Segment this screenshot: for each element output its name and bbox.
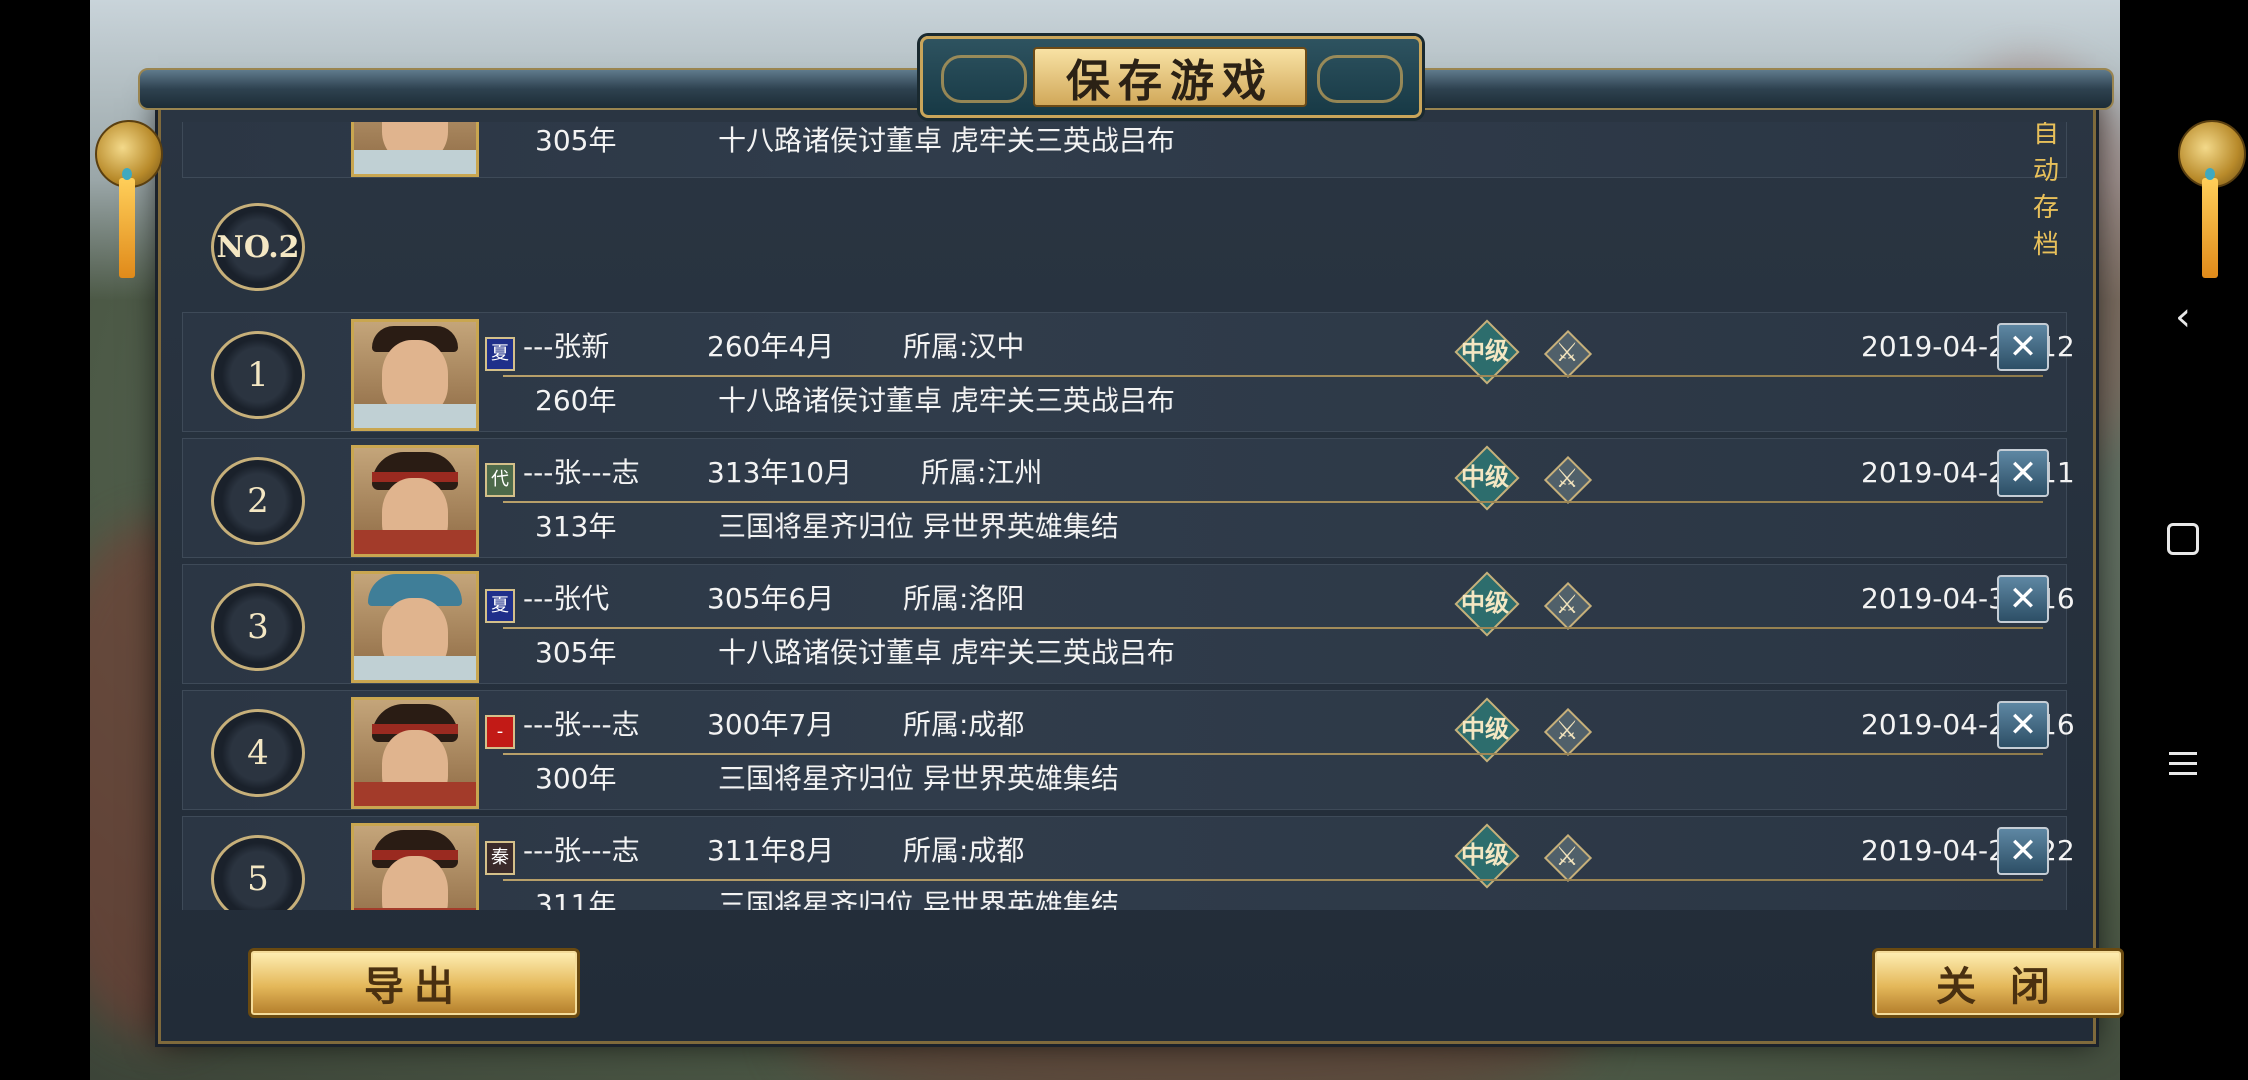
slot-number-medal: 3	[211, 583, 305, 671]
faction-flag-icon: -	[485, 715, 515, 749]
close-icon: ✕	[2008, 579, 2038, 619]
difficulty-badge-icon: 中级	[1446, 445, 1524, 511]
close-icon: ✕	[2008, 327, 2038, 367]
slot-number-medal: 5	[211, 835, 305, 910]
row-divider	[503, 375, 2043, 377]
crossed-swords-icon: ⚔	[1543, 455, 1593, 505]
row-divider	[503, 753, 2043, 755]
save-slot-list[interactable]: 305年 十八路诸侯讨董卓 虎牢关三英战吕布 自动存档 NO.2 1 夏 ---…	[170, 122, 2075, 910]
location: 所属:江州	[921, 456, 1043, 489]
slot-number-medal: 4	[211, 709, 305, 797]
game-date: 305年6月	[707, 582, 835, 615]
close-icon: ✕	[2008, 705, 2038, 745]
list-item-partial[interactable]: 305年 十八路诸侯讨董卓 虎牢关三英战吕布 自动存档	[182, 122, 2067, 260]
cloud-ornament-icon	[941, 55, 1027, 103]
crossed-swords-icon: ⚔	[1543, 707, 1593, 757]
game-date: 260年4月	[707, 330, 835, 363]
slot-number-medal: NO.2	[211, 203, 305, 291]
location: 所属:成都	[903, 708, 1025, 741]
game-date: 300年7月	[707, 708, 835, 741]
back-nav-icon[interactable]: ‹	[2150, 284, 2216, 350]
portrait-avatar	[351, 697, 479, 809]
home-nav-icon[interactable]	[2150, 506, 2216, 572]
row-divider	[503, 879, 2043, 881]
save-row-3[interactable]: 3 夏 ---张代 305年6月 所属:洛阳 中级 ⚔ 2019-04-30 1…	[182, 564, 2075, 684]
crossed-swords-icon: ⚔	[1543, 329, 1593, 379]
ruler-name: ---张---志	[523, 708, 640, 741]
save-scenario: 十八路诸侯讨董卓 虎牢关三英战吕布	[718, 124, 1175, 157]
save-scenario: 三国将星齐归位 异世界英雄集结	[718, 510, 1119, 543]
save-scenario: 三国将星齐归位 异世界英雄集结	[718, 888, 1119, 910]
cloud-ornament-icon	[1317, 55, 1403, 103]
save-year: 305年	[535, 124, 617, 157]
faction-flag-icon: 夏	[485, 337, 515, 371]
difficulty-badge-icon: 中级	[1446, 823, 1524, 889]
ruler-name: ---张新	[523, 330, 610, 363]
ruler-name: ---张---志	[523, 456, 640, 489]
game-date: 313年10月	[707, 456, 853, 489]
portrait-avatar	[351, 445, 479, 557]
difficulty-badge-icon: 中级	[1446, 319, 1524, 385]
title-plaque: 保存游戏	[920, 36, 1422, 118]
save-row-5[interactable]: 5 秦 ---张---志 311年8月 所属:成都 中级 ⚔ 2019-04-2…	[182, 816, 2075, 910]
portrait-avatar	[351, 571, 479, 683]
delete-save-button[interactable]: ✕	[1997, 575, 2049, 623]
save-year: 313年	[535, 510, 617, 543]
faction-flag-icon: 夏	[485, 589, 515, 623]
left-tassel-ornament	[119, 168, 135, 278]
faction-flag-icon: 秦	[485, 841, 515, 875]
difficulty-badge-icon: 中级	[1446, 571, 1524, 637]
save-scenario: 十八路诸侯讨董卓 虎牢关三英战吕布	[718, 384, 1175, 417]
portrait-avatar	[351, 122, 479, 177]
save-scenario: 三国将星齐归位 异世界英雄集结	[718, 762, 1119, 795]
close-button[interactable]: 关 闭	[1872, 948, 2124, 1018]
right-tassel-ornament	[2202, 168, 2218, 278]
dialog-footer: 导出 关 闭	[162, 912, 2124, 1032]
close-icon: ✕	[2008, 453, 2038, 493]
faction-flag-icon: 代	[485, 463, 515, 497]
save-row-2[interactable]: 2 代 ---张---志 313年10月 所属:江州 中级 ⚔ 2019-04-…	[182, 438, 2075, 558]
empty-slot-row[interactable]: NO.2	[182, 184, 2067, 304]
portrait-avatar	[351, 823, 479, 910]
delete-save-button[interactable]: ✕	[1997, 701, 2049, 749]
slot-number-medal: 2	[211, 457, 305, 545]
save-row-4[interactable]: 4 - ---张---志 300年7月 所属:成都 中级 ⚔ 2019-04-2…	[182, 690, 2075, 810]
game-date: 311年8月	[707, 834, 835, 867]
save-scenario: 十八路诸侯讨董卓 虎牢关三英战吕布	[718, 636, 1175, 669]
delete-save-button[interactable]: ✕	[1997, 827, 2049, 875]
save-year: 300年	[535, 762, 617, 795]
difficulty-badge-icon: 中级	[1446, 697, 1524, 763]
portrait-avatar	[351, 319, 479, 431]
ruler-name: ---张代	[523, 582, 610, 615]
save-year: 311年	[535, 888, 617, 910]
delete-save-button[interactable]: ✕	[1997, 323, 2049, 371]
location: 所属:汉中	[903, 330, 1025, 363]
save-year: 260年	[535, 384, 617, 417]
crossed-swords-icon: ⚔	[1543, 833, 1593, 883]
ruler-name: ---张---志	[523, 834, 640, 867]
export-button[interactable]: 导出	[248, 948, 580, 1018]
location: 所属:成都	[903, 834, 1025, 867]
close-icon: ✕	[2008, 831, 2038, 871]
crossed-swords-icon: ⚔	[1543, 581, 1593, 631]
row-divider	[503, 627, 2043, 629]
location: 所属:洛阳	[903, 582, 1025, 615]
slot-number-medal: 1	[211, 331, 305, 419]
menu-nav-icon[interactable]	[2150, 730, 2216, 796]
row-divider	[503, 501, 2043, 503]
save-row-1[interactable]: 1 夏 ---张新 260年4月 所属:汉中 中级 ⚔ 2019-04-29 1…	[182, 312, 2075, 432]
save-year: 305年	[535, 636, 617, 669]
delete-save-button[interactable]: ✕	[1997, 449, 2049, 497]
dialog-title: 保存游戏	[1066, 56, 1274, 107]
